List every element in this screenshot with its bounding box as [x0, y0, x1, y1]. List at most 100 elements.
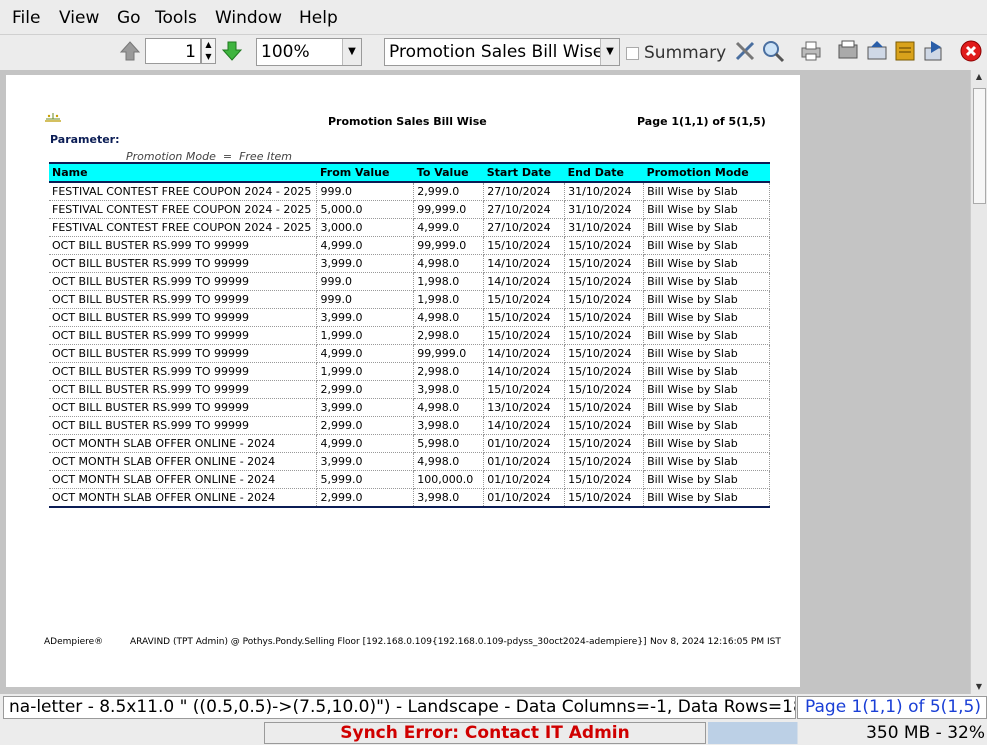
table-cell: OCT BILL BUSTER RS.999 TO 99999 — [49, 416, 318, 435]
table-cell: 15/10/2024 — [564, 344, 645, 363]
status-line: na-letter - 8.5x11.0 " ((0.5,0.5)->(7.5,… — [0, 694, 987, 721]
table-row: OCT MONTH SLAB OFFER ONLINE - 2024 5,999.… — [49, 470, 770, 489]
menu-go[interactable]: Go — [117, 8, 141, 28]
bottom-bar: Synch Error: Contact IT Admin 350 MB - 3… — [0, 721, 987, 745]
table-cell: OCT MONTH SLAB OFFER ONLINE - 2024 — [49, 452, 318, 471]
menu-view[interactable]: View — [59, 8, 99, 28]
menu-window[interactable]: Window — [215, 8, 282, 28]
table-cell: 99,999.0 — [413, 236, 485, 255]
vertical-scrollbar[interactable]: ▲ ▼ — [970, 70, 987, 694]
table-cell: 15/10/2024 — [564, 398, 645, 417]
scroll-down-icon[interactable]: ▼ — [971, 680, 987, 694]
zoom-select[interactable]: 100% ▼ — [256, 38, 362, 66]
table-cell: Bill Wise by Slab — [643, 200, 770, 219]
report-select[interactable]: Promotion Sales Bill Wise ▼ — [384, 38, 620, 66]
table-cell: 15/10/2024 — [483, 290, 566, 309]
table-cell: Bill Wise by Slab — [643, 398, 770, 417]
table-row: OCT BILL BUSTER RS.999 TO 99999 1,999.0 2,… — [49, 326, 770, 345]
table-cell: OCT BILL BUSTER RS.999 TO 99999 — [49, 326, 318, 345]
arrow-up-icon — [119, 41, 141, 61]
table-cell: 4,999.0 — [413, 218, 485, 237]
column-header: From Value — [316, 162, 414, 183]
menu-tools[interactable]: Tools — [155, 8, 197, 28]
customize-button[interactable] — [731, 37, 759, 65]
print-button[interactable] — [797, 37, 825, 65]
memory-indicator: 350 MB - 32% — [708, 722, 987, 744]
menu-file[interactable]: File — [12, 8, 40, 28]
table-cell: 14/10/2024 — [483, 272, 566, 291]
table-cell: 1,998.0 — [413, 290, 485, 309]
find-button[interactable] — [759, 37, 787, 65]
table-cell: OCT BILL BUSTER RS.999 TO 99999 — [49, 398, 318, 417]
table-cell: Bill Wise by Slab — [643, 236, 770, 255]
column-header: To Value — [413, 162, 484, 183]
close-icon — [960, 40, 982, 62]
table-cell: 3,999.0 — [316, 398, 415, 417]
archive-button[interactable] — [863, 37, 891, 65]
page-status[interactable]: Page 1(1,1) of 5(1,5) — [797, 696, 987, 719]
table-cell: 31/10/2024 — [564, 218, 645, 237]
table-cell: 15/10/2024 — [564, 308, 645, 327]
report-button[interactable] — [891, 37, 919, 65]
table-cell: OCT BILL BUSTER RS.999 TO 99999 — [49, 254, 318, 273]
table-cell: 3,000.0 — [316, 218, 415, 237]
table-cell: 27/10/2024 — [483, 200, 566, 219]
table-cell: 4,999.0 — [316, 344, 415, 363]
zoom-value: 100% — [261, 42, 310, 62]
next-page-button[interactable] — [218, 37, 246, 65]
table-cell: 5,000.0 — [316, 200, 415, 219]
table-cell: Bill Wise by Slab — [643, 434, 770, 453]
table-cell: 3,999.0 — [316, 308, 415, 327]
footer-timestamp: Nov 8, 2024 12:16:05 PM IST — [650, 637, 781, 647]
table-cell: 3,998.0 — [413, 380, 485, 399]
table-cell: 31/10/2024 — [564, 200, 645, 219]
menu-help[interactable]: Help — [299, 8, 338, 28]
adempiere-logo-icon — [45, 113, 61, 122]
report-table: Name From Value To Value Start Date End … — [49, 162, 770, 508]
previous-page-button[interactable] — [116, 37, 144, 65]
table-cell: 3,998.0 — [413, 488, 485, 508]
table-cell: 01/10/2024 — [483, 434, 566, 453]
table-cell: 14/10/2024 — [483, 344, 566, 363]
table-cell: OCT BILL BUSTER RS.999 TO 99999 — [49, 308, 318, 327]
table-cell: Bill Wise by Slab — [643, 272, 770, 291]
table-row: OCT BILL BUSTER RS.999 TO 99999 3,999.0 4,… — [49, 398, 770, 417]
table-cell: FESTIVAL CONTEST FREE COUPON 2024 - 2025 — [49, 218, 318, 237]
table-cell: 2,999.0 — [316, 380, 415, 399]
table-cell: 999.0 — [316, 290, 415, 309]
table-cell: 999.0 — [316, 182, 415, 201]
table-cell: 14/10/2024 — [483, 416, 566, 435]
table-row: OCT BILL BUSTER RS.999 TO 99999 2,999.0 3,… — [49, 380, 770, 399]
report-title: Promotion Sales Bill Wise — [328, 115, 487, 128]
table-cell: 2,999.0 — [316, 488, 415, 508]
page-setup-button[interactable] — [834, 37, 862, 65]
close-button[interactable] — [957, 37, 985, 65]
column-header: Start Date — [483, 162, 565, 183]
table-cell: 99,999.0 — [413, 200, 485, 219]
scroll-thumb[interactable] — [973, 88, 986, 204]
summary-checkbox[interactable]: Summary — [626, 43, 726, 63]
page-spinner[interactable]: ▲ ▼ — [201, 38, 216, 64]
table-cell: 15/10/2024 — [564, 254, 645, 273]
table-cell: FESTIVAL CONTEST FREE COUPON 2024 - 2025 — [49, 182, 318, 201]
table-cell: Bill Wise by Slab — [643, 326, 770, 345]
table-cell: 99,999.0 — [413, 344, 485, 363]
table-cell: 15/10/2024 — [564, 272, 645, 291]
table-cell: 4,999.0 — [316, 236, 415, 255]
page-number-input[interactable]: 1 — [145, 38, 201, 64]
export-button[interactable] — [919, 37, 947, 65]
report-value: Promotion Sales Bill Wise — [389, 42, 604, 62]
parameter-label: Parameter: — [50, 133, 120, 146]
scroll-up-icon[interactable]: ▲ — [971, 70, 987, 84]
table-cell: 2,998.0 — [413, 362, 485, 381]
table-cell: 01/10/2024 — [483, 470, 566, 489]
table-row: OCT BILL BUSTER RS.999 TO 99999 3,999.0 4,… — [49, 254, 770, 273]
table-cell: OCT BILL BUSTER RS.999 TO 99999 — [49, 344, 318, 363]
report-canvas[interactable]: Promotion Sales Bill Wise Page 1(1,1) of… — [0, 70, 970, 694]
table-cell: 31/10/2024 — [564, 182, 645, 201]
table-cell: Bill Wise by Slab — [643, 290, 770, 309]
table-cell: 15/10/2024 — [564, 434, 645, 453]
table-cell: 1,998.0 — [413, 272, 485, 291]
table-cell: 15/10/2024 — [564, 416, 645, 435]
table-cell: OCT MONTH SLAB OFFER ONLINE - 2024 — [49, 434, 318, 453]
